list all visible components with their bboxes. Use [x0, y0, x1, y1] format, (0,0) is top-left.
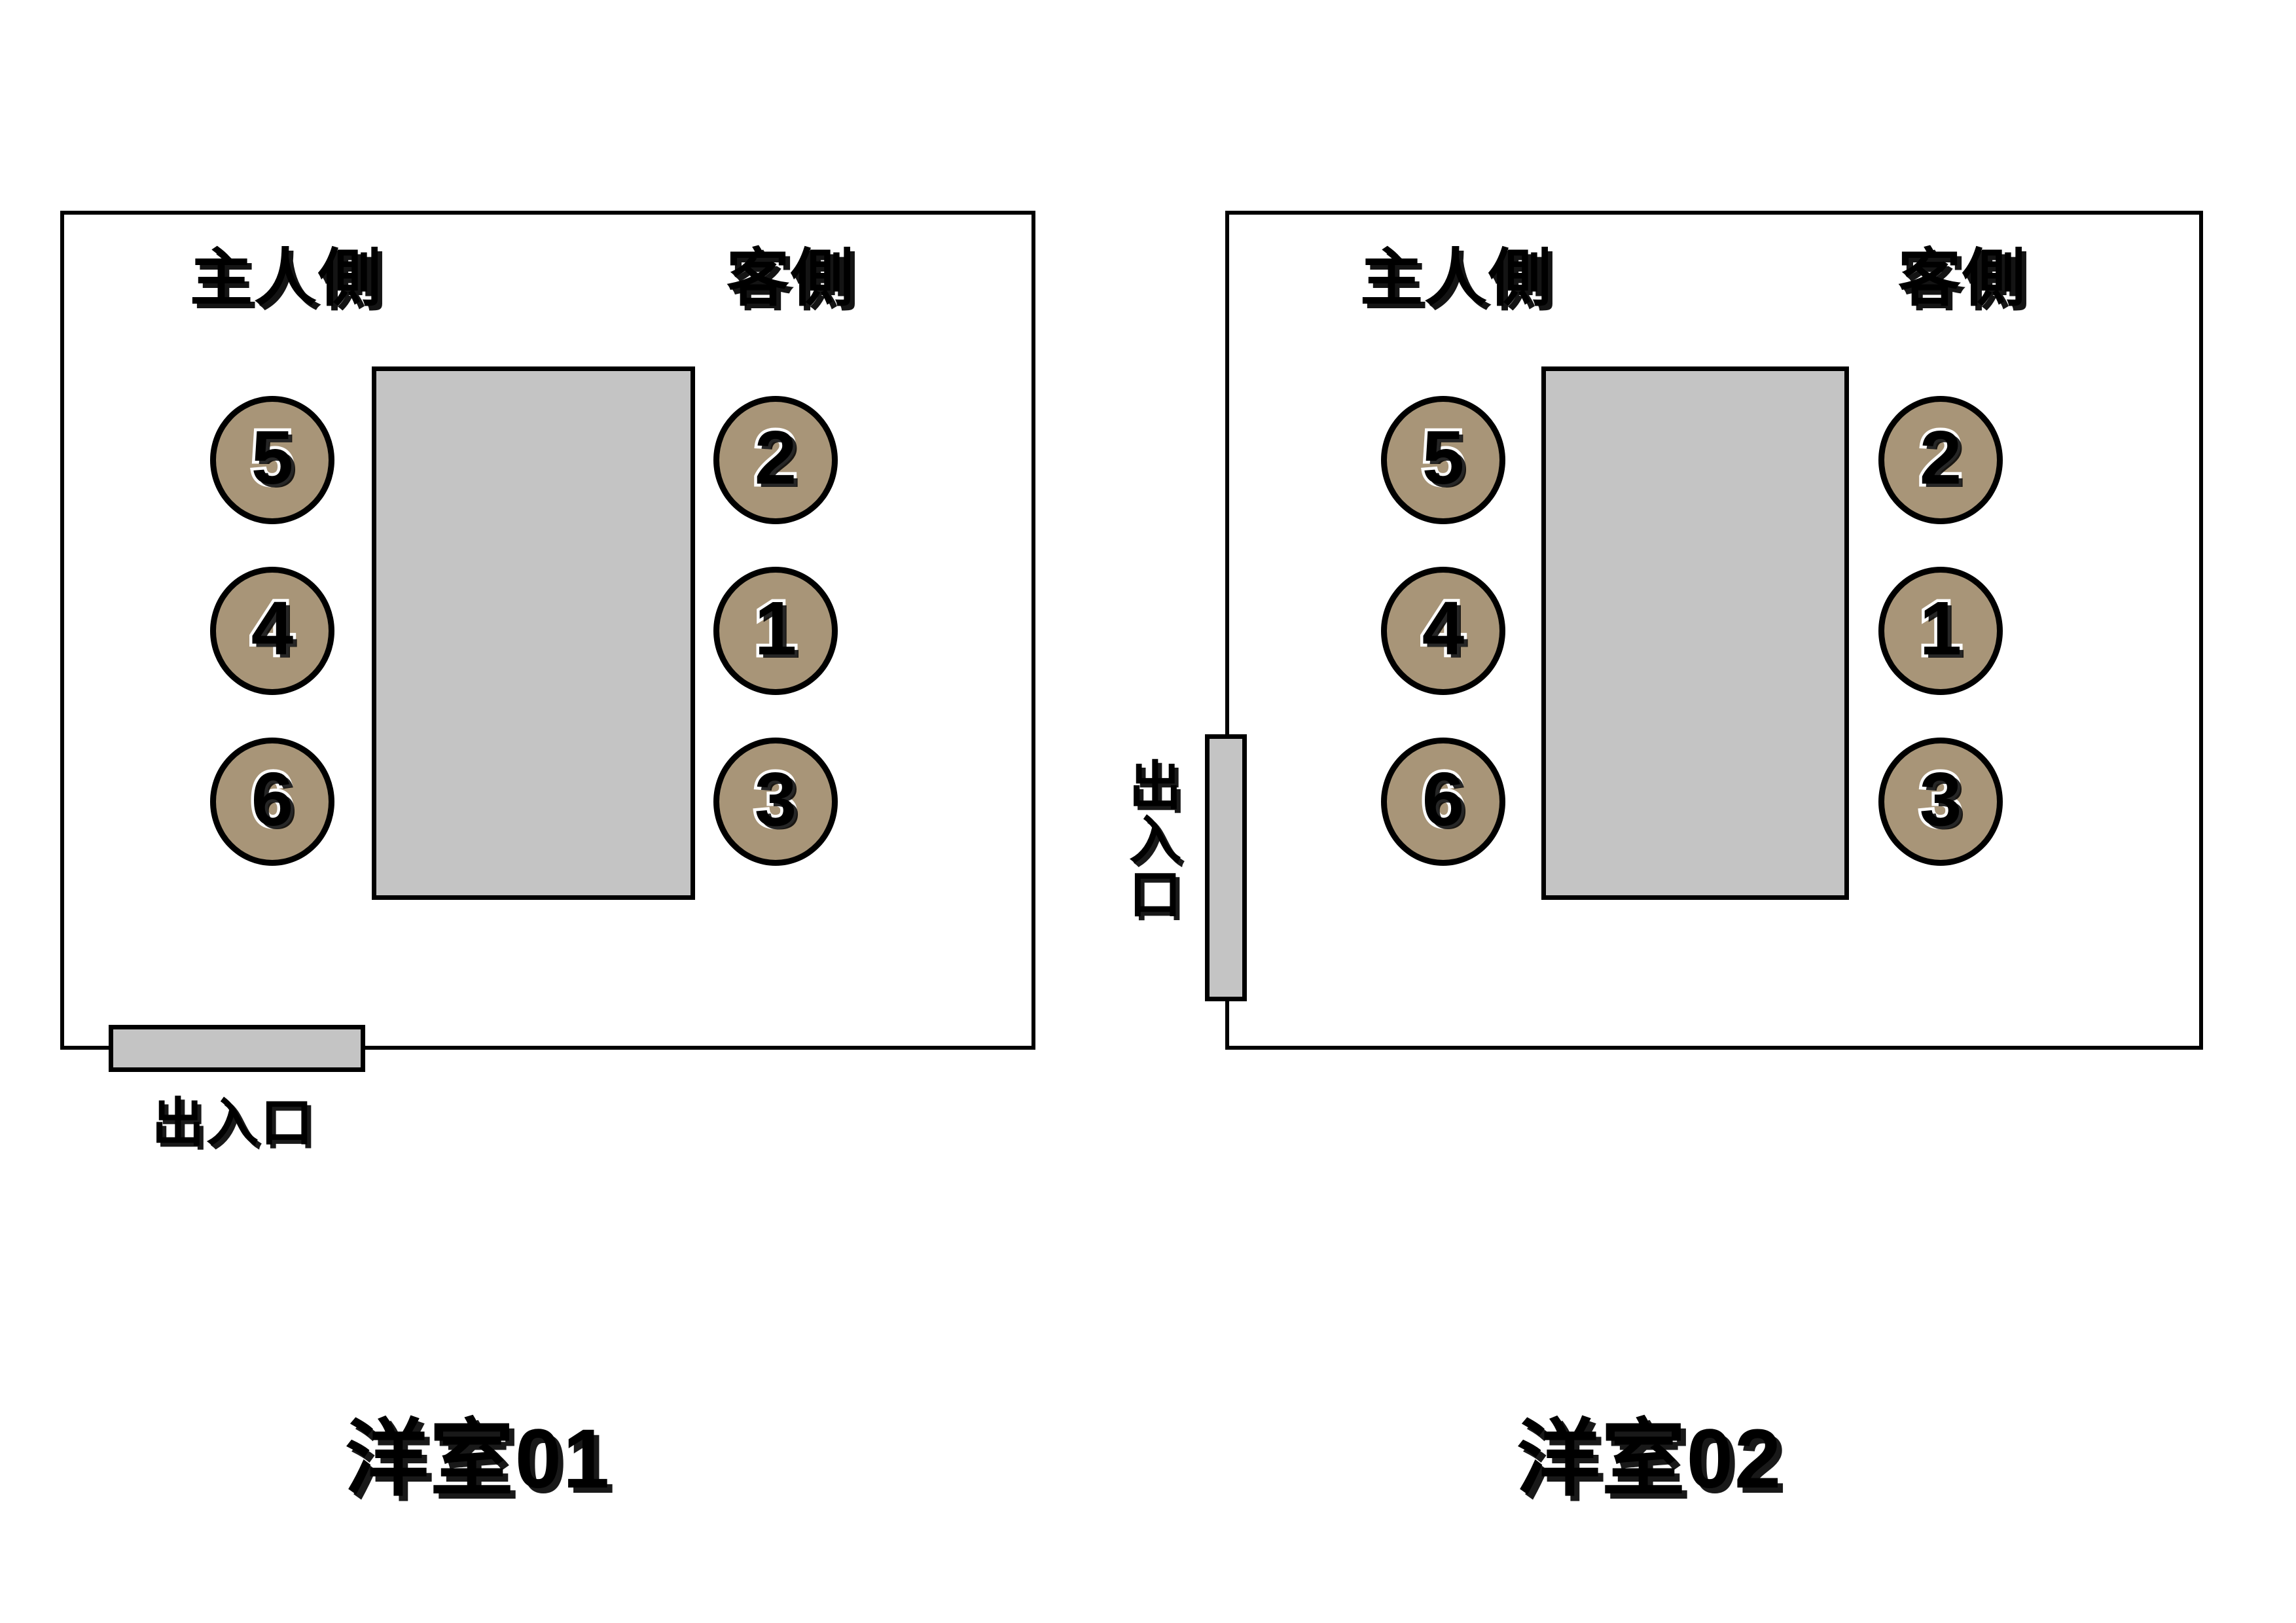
room-02-entrance-label: 出入口 — [1122, 758, 1180, 921]
room-01-seat-host-1[interactable]: 5 — [210, 396, 334, 524]
room-02-seat-guest-3[interactable]: 3 — [1878, 738, 2003, 866]
room-01-caption: 洋室01 — [344, 1412, 611, 1506]
seat-number: 4 — [248, 586, 296, 671]
room-02-host-side-label: 主人側 — [1360, 243, 1552, 313]
seat-number: 3 — [1916, 757, 1964, 842]
seat-number: 1 — [751, 586, 799, 671]
room-01-seat-guest-3[interactable]: 3 — [713, 738, 838, 866]
room-01-seat-guest-1[interactable]: 2 — [713, 396, 838, 524]
room-01-seat-host-3[interactable]: 6 — [210, 738, 334, 866]
seat-number: 2 — [1916, 415, 1964, 500]
room-02-seat-host-2[interactable]: 4 — [1381, 567, 1505, 695]
room-01-guest-side-label: 客側 — [726, 243, 855, 313]
room-02-table — [1541, 366, 1849, 900]
room-01-seat-guest-2[interactable]: 1 — [713, 567, 838, 695]
room-02-entrance-door[interactable] — [1205, 734, 1247, 1001]
room-02-seat-guest-2[interactable]: 1 — [1878, 567, 2003, 695]
seat-number: 3 — [751, 757, 799, 842]
room-01-table — [372, 366, 695, 900]
room-02-seat-guest-1[interactable]: 2 — [1878, 396, 2003, 524]
seating-diagram-canvas: 主人側 客側 5 4 6 2 1 3 出入口 洋室01 主人側 客側 5 4 6… — [0, 0, 2296, 1623]
seat-number: 1 — [1916, 586, 1964, 671]
room-02-caption: 洋室02 — [1516, 1412, 1783, 1506]
seat-number: 5 — [1419, 415, 1467, 500]
room-02-seat-host-1[interactable]: 5 — [1381, 396, 1505, 524]
room-01-host-side-label: 主人側 — [190, 243, 382, 313]
room-01-seat-host-2[interactable]: 4 — [210, 567, 334, 695]
seat-number: 6 — [248, 757, 296, 842]
room-02-guest-side-label: 客側 — [1898, 243, 2026, 313]
seat-number: 6 — [1419, 757, 1467, 842]
seat-number: 2 — [751, 415, 799, 500]
room-01-entrance-door[interactable] — [109, 1025, 365, 1072]
seat-number: 4 — [1419, 586, 1467, 671]
room-02-seat-host-3[interactable]: 6 — [1381, 738, 1505, 866]
room-01-entrance-label: 出入口 — [152, 1094, 315, 1152]
seat-number: 5 — [248, 415, 296, 500]
